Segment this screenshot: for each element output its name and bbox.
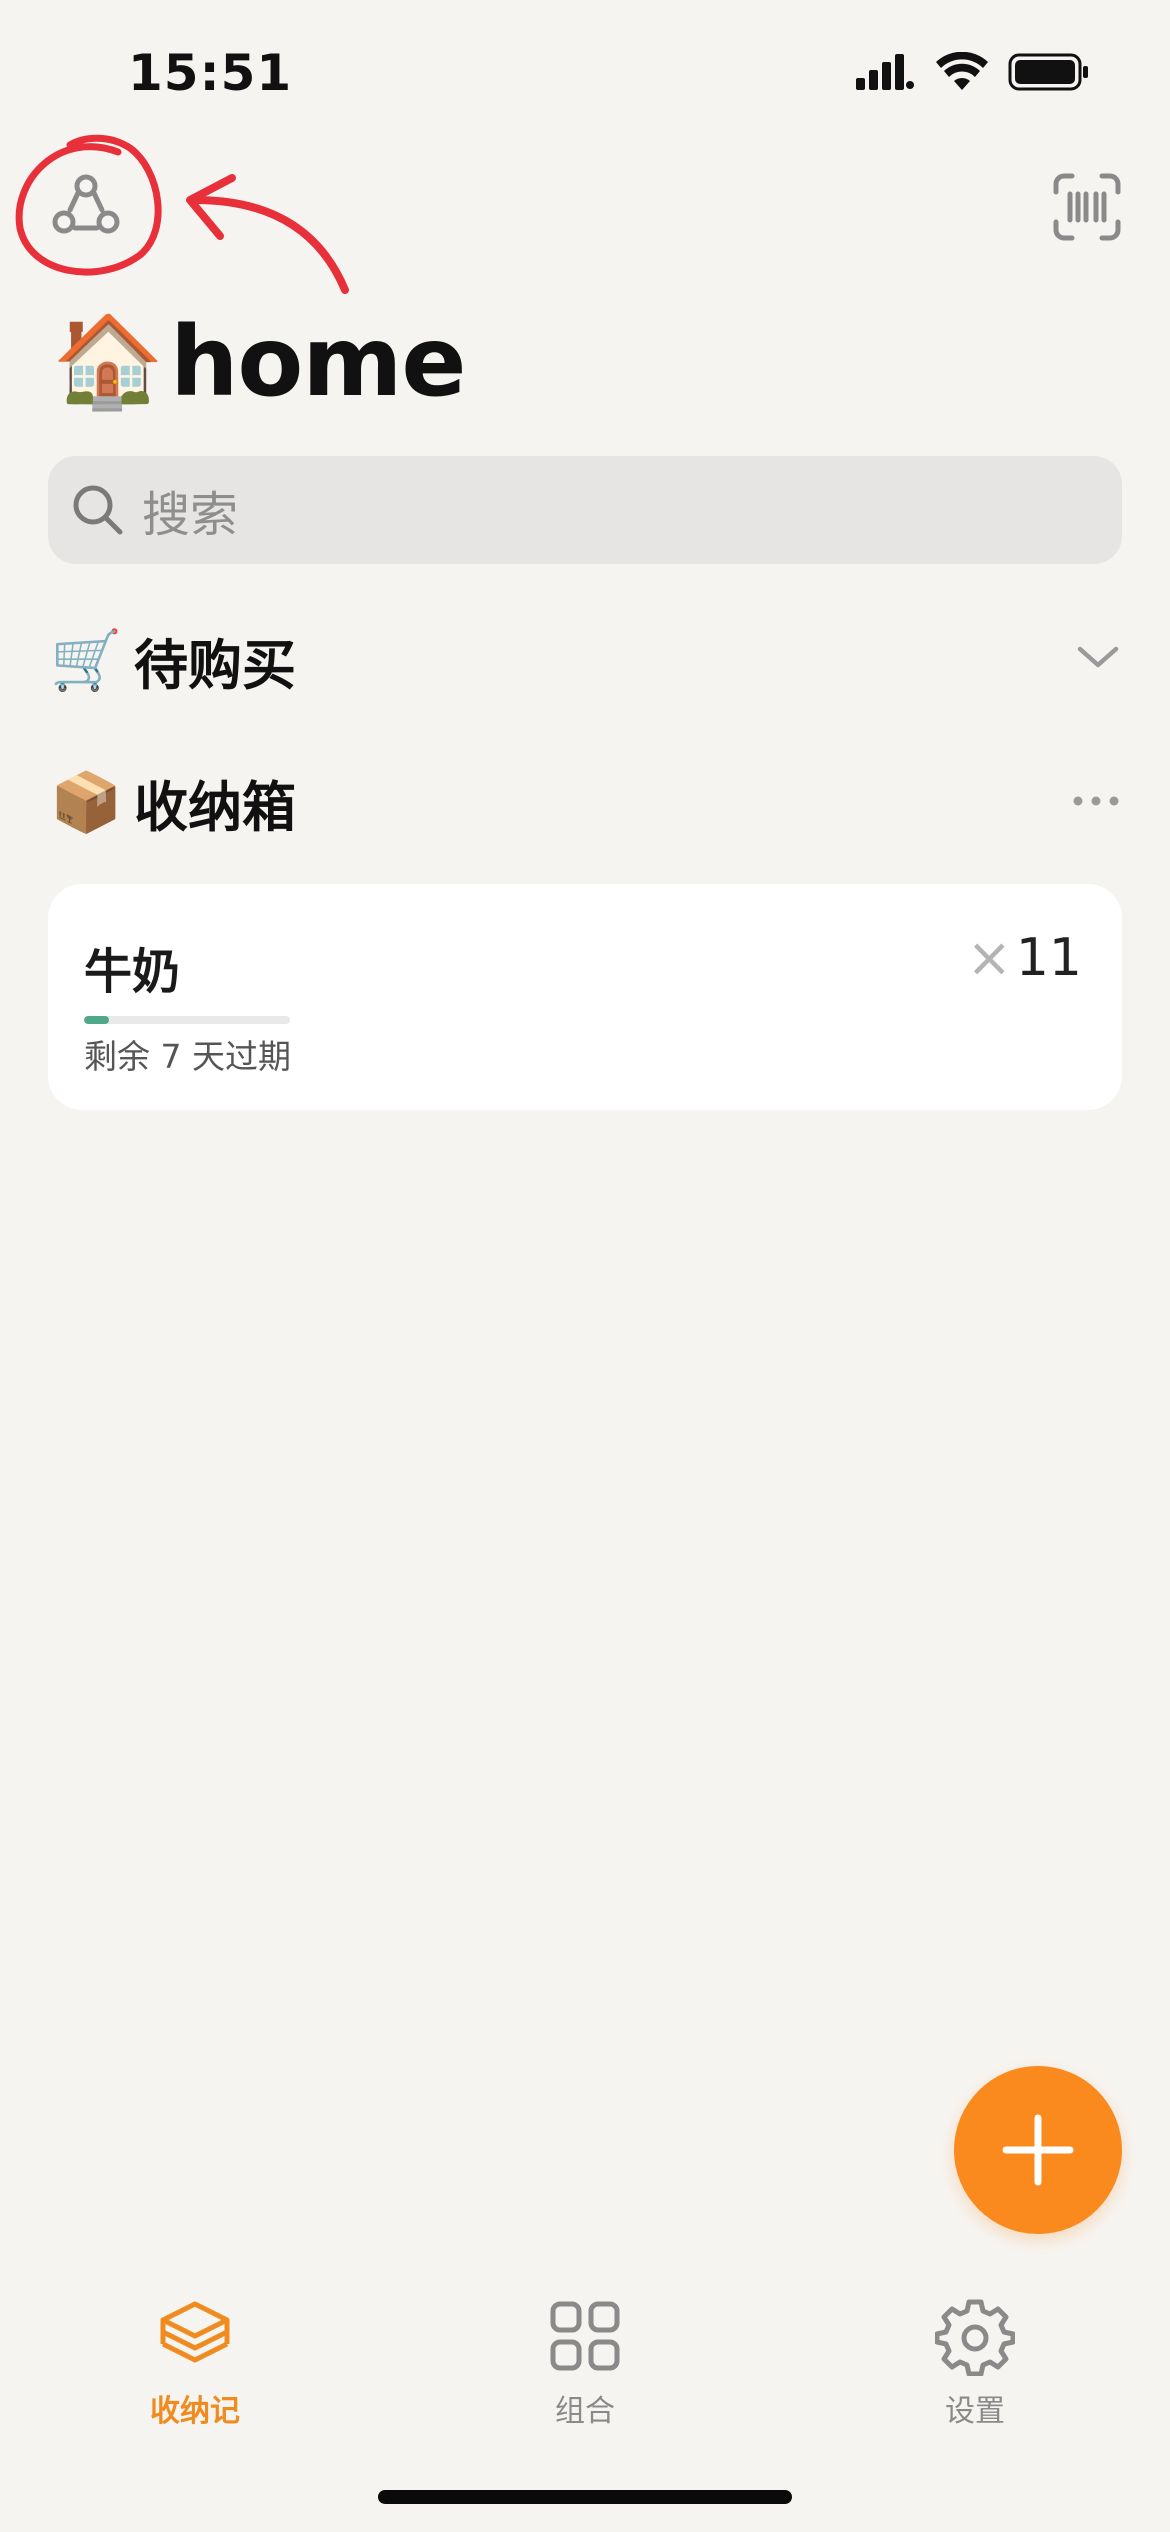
section-storage-label: 收纳箱 [134, 775, 296, 839]
tab-settings[interactable]: 设置 [875, 2296, 1075, 2430]
expiry-progress-bar [84, 1016, 290, 1024]
plus-icon [1002, 2114, 1074, 2186]
status-icons [856, 52, 1090, 92]
search-placeholder: 搜索 [142, 487, 239, 543]
item-count-prefix: × [966, 926, 1012, 989]
gear-icon [935, 2299, 1015, 2376]
barcode-scan-icon [1053, 173, 1121, 241]
tab-groups-label: 组合 [555, 2394, 615, 2429]
cart-emoji: 🛒 [50, 625, 123, 694]
search-input[interactable]: 搜索 [48, 456, 1122, 564]
tab-storage-label: 收纳记 [150, 2394, 240, 2429]
tab-settings-label: 设置 [945, 2394, 1005, 2429]
wifi-icon [936, 52, 988, 90]
item-count-value: 11 [1015, 927, 1082, 988]
tab-storage[interactable]: 收纳记 [95, 2296, 295, 2430]
section-storage[interactable]: 📦 收纳箱 [50, 762, 1120, 842]
tab-groups[interactable]: 组合 [485, 2296, 685, 2430]
house-emoji: 🏠 [52, 309, 165, 414]
add-item-button[interactable] [954, 2066, 1122, 2234]
grid-icon [550, 2301, 620, 2371]
section-shopping-label: 待购买 [134, 633, 296, 697]
status-time: 15:51 [128, 44, 293, 102]
expiry-progress-fill [84, 1016, 109, 1024]
section-shopping[interactable]: 🛒 待购买 [50, 620, 1120, 700]
search-icon [73, 485, 123, 535]
share-icon [52, 174, 120, 234]
item-card[interactable]: 牛奶 × 11 剩余 7 天过期 [48, 884, 1122, 1110]
home-indicator [378, 2490, 792, 2504]
box-emoji: 📦 [50, 767, 123, 836]
item-count: × 11 [967, 926, 1082, 989]
chevron-down-icon[interactable] [1076, 643, 1120, 677]
item-name: 牛奶 [84, 944, 181, 1000]
more-icon[interactable] [1072, 793, 1120, 812]
page-title-text: home [170, 306, 466, 418]
cellular-signal-icon [856, 54, 914, 90]
page-title: 🏠 home [52, 306, 467, 418]
item-expiry-text: 剩余 7 天过期 [84, 1037, 291, 1076]
layers-icon [160, 2301, 230, 2363]
share-button[interactable] [50, 170, 122, 242]
battery-icon [1008, 53, 1088, 91]
barcode-scan-button[interactable] [1052, 172, 1122, 242]
